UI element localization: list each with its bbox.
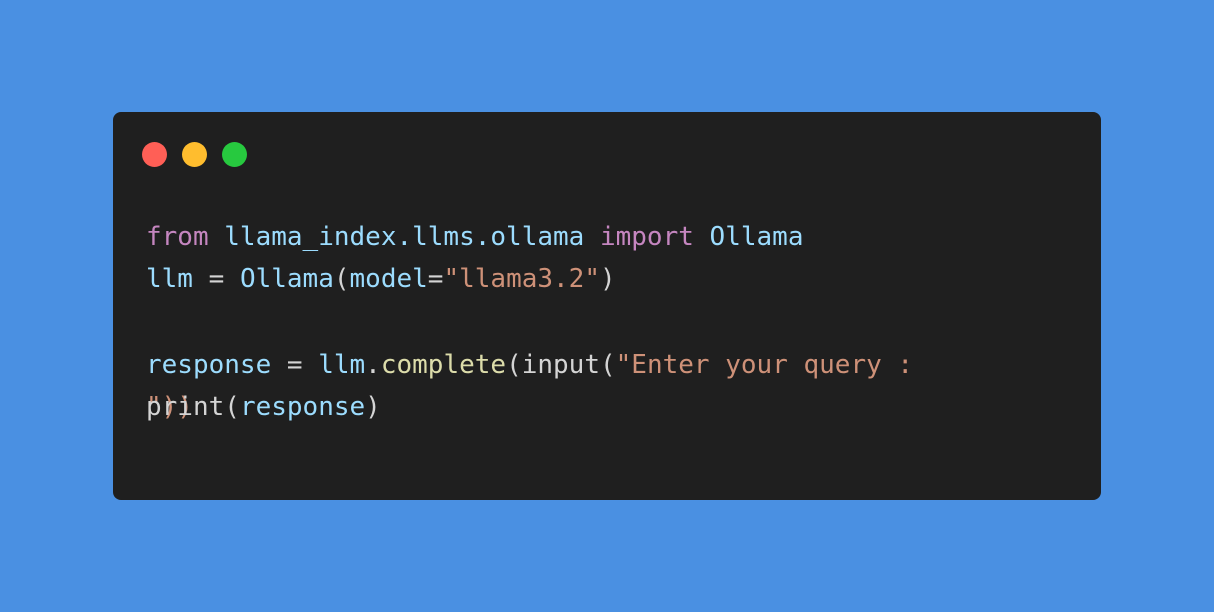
- object-llm: llm: [318, 350, 366, 380]
- keyword-from: from: [146, 222, 209, 252]
- open-paren: (: [600, 350, 616, 380]
- keyword-import: import: [599, 222, 694, 252]
- maximize-dot-icon[interactable]: [222, 142, 247, 167]
- close-paren: ): [600, 264, 616, 294]
- import-name: Ollama: [709, 222, 804, 252]
- open-paren: (: [333, 264, 350, 294]
- dot-operator: .: [365, 350, 381, 380]
- close-paren: ): [365, 392, 381, 422]
- variable-response: response: [146, 350, 272, 380]
- builtin-print: print: [146, 392, 225, 422]
- operator: =: [192, 264, 240, 294]
- minimize-dot-icon[interactable]: [182, 142, 207, 167]
- open-paren: (: [506, 350, 522, 380]
- code-line-2: llm = Ollama(model="llama3.2"): [146, 264, 616, 294]
- class-call: Ollama: [239, 264, 334, 294]
- code-line-1: from llama_index.llms.ollama import Olla…: [146, 222, 803, 252]
- assign-operator: =: [427, 264, 444, 294]
- code-line-5: print(response): [146, 392, 381, 422]
- param-name: model: [349, 264, 428, 294]
- open-paren: (: [224, 392, 240, 422]
- argument-response: response: [239, 392, 366, 422]
- module-name: llama_index.llms.ollama: [224, 222, 585, 252]
- method-complete: complete: [380, 350, 507, 380]
- string-literal: "llama3.2": [443, 264, 600, 294]
- string-literal: "Enter your query :: [615, 350, 914, 380]
- close-dot-icon[interactable]: [142, 142, 167, 167]
- code-window: [113, 112, 1101, 500]
- operator: =: [271, 350, 319, 380]
- builtin-input: input: [521, 350, 600, 380]
- variable-llm: llm: [146, 264, 193, 294]
- code-line-3: response = llm.complete(input("Enter you…: [146, 350, 913, 380]
